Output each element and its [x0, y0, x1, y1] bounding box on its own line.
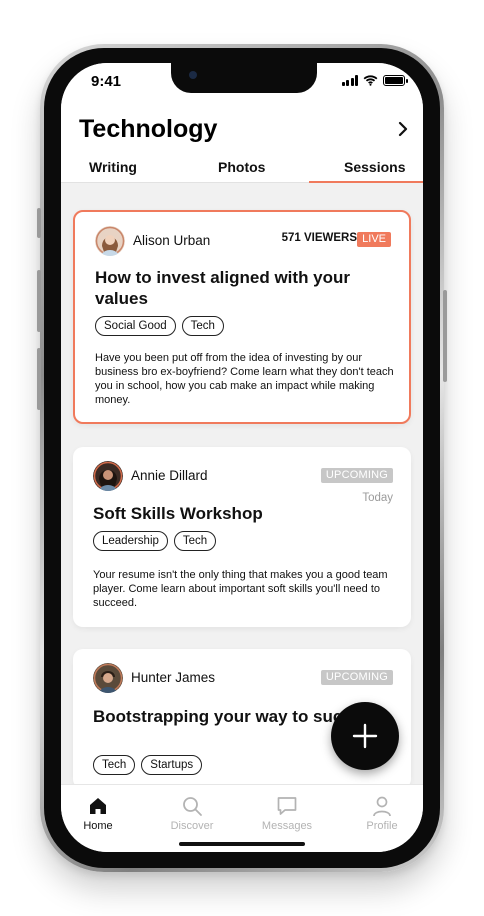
home-indicator — [179, 842, 305, 846]
upcoming-badge: UPCOMING — [320, 670, 393, 685]
avatar — [93, 461, 123, 491]
power-button — [443, 290, 447, 382]
phone-screen: 9:41 Technology Writing Photos Sessions — [61, 63, 423, 852]
tag-chip[interactable]: Social Good — [95, 316, 176, 336]
chevron-right-icon[interactable] — [393, 119, 413, 139]
sessions-feed[interactable]: Alison Urban 571 VIEWERS LIVE How to inv… — [61, 184, 423, 789]
nav-label: Profile — [366, 820, 398, 832]
silent-switch — [37, 208, 41, 238]
tag-chip[interactable]: Startups — [141, 755, 203, 775]
session-title[interactable]: Soft Skills Workshop — [93, 503, 383, 524]
volume-up-button — [37, 270, 41, 332]
cellular-signal-icon — [341, 75, 358, 86]
status-bar: 9:41 — [61, 63, 423, 107]
status-icons — [341, 75, 408, 86]
tag-list: Tech Startups — [93, 755, 203, 775]
nav-item-discover[interactable]: Discover — [152, 795, 232, 832]
active-tab-indicator — [309, 181, 423, 183]
tab-writing[interactable]: Writing — [89, 159, 137, 175]
chat-bubble-icon — [277, 797, 297, 815]
tab-bar: Writing Photos Sessions — [61, 157, 423, 183]
author-name[interactable]: Alison Urban — [133, 233, 210, 248]
nav-item-profile[interactable]: Profile — [342, 795, 422, 832]
header: Technology Writing Photos Sessions — [61, 107, 423, 183]
person-icon — [373, 796, 391, 817]
nav-item-home[interactable]: Home — [61, 795, 138, 832]
avatar — [93, 663, 123, 693]
nav-label: Discover — [170, 820, 214, 832]
plus-icon — [352, 723, 378, 749]
session-title[interactable]: How to invest aligned with your values — [95, 267, 385, 309]
session-card[interactable]: Annie Dillard UPCOMING Today Soft Skills… — [73, 447, 411, 627]
author-name[interactable]: Hunter James — [131, 670, 215, 685]
viewer-count: 571 VIEWERS — [281, 232, 357, 244]
notch — [171, 63, 317, 93]
session-card[interactable]: Alison Urban 571 VIEWERS LIVE How to inv… — [73, 210, 411, 424]
live-badge: LIVE — [357, 232, 391, 247]
page-title: Technology — [79, 115, 218, 143]
tag-chip[interactable]: Tech — [93, 755, 136, 775]
front-camera — [189, 71, 197, 79]
tag-chip[interactable]: Tech — [181, 316, 224, 336]
session-description: Your resume isn't the only thing that ma… — [93, 569, 388, 609]
tag-list: Social Good Tech — [95, 316, 224, 336]
tag-chip[interactable]: Leadership — [93, 531, 168, 551]
status-time: 9:41 — [91, 73, 122, 90]
search-icon — [183, 797, 202, 816]
tab-photos[interactable]: Photos — [218, 159, 265, 175]
avatar — [95, 226, 125, 256]
volume-down-button — [37, 348, 41, 410]
author-name[interactable]: Annie Dillard — [131, 468, 208, 483]
nav-item-messages[interactable]: Messages — [247, 795, 327, 832]
upcoming-badge: UPCOMING — [320, 468, 393, 483]
add-session-button[interactable] — [331, 702, 399, 770]
wifi-icon — [363, 75, 378, 86]
nav-label: Home — [83, 820, 113, 832]
tag-list: Leadership Tech — [93, 531, 217, 551]
nav-label: Messages — [261, 820, 313, 832]
session-description: Have you been put off from the idea of i… — [95, 352, 394, 406]
tag-chip[interactable]: Tech — [173, 531, 217, 551]
tab-sessions[interactable]: Sessions — [344, 159, 405, 175]
home-icon — [90, 798, 106, 814]
battery-icon — [383, 75, 408, 86]
